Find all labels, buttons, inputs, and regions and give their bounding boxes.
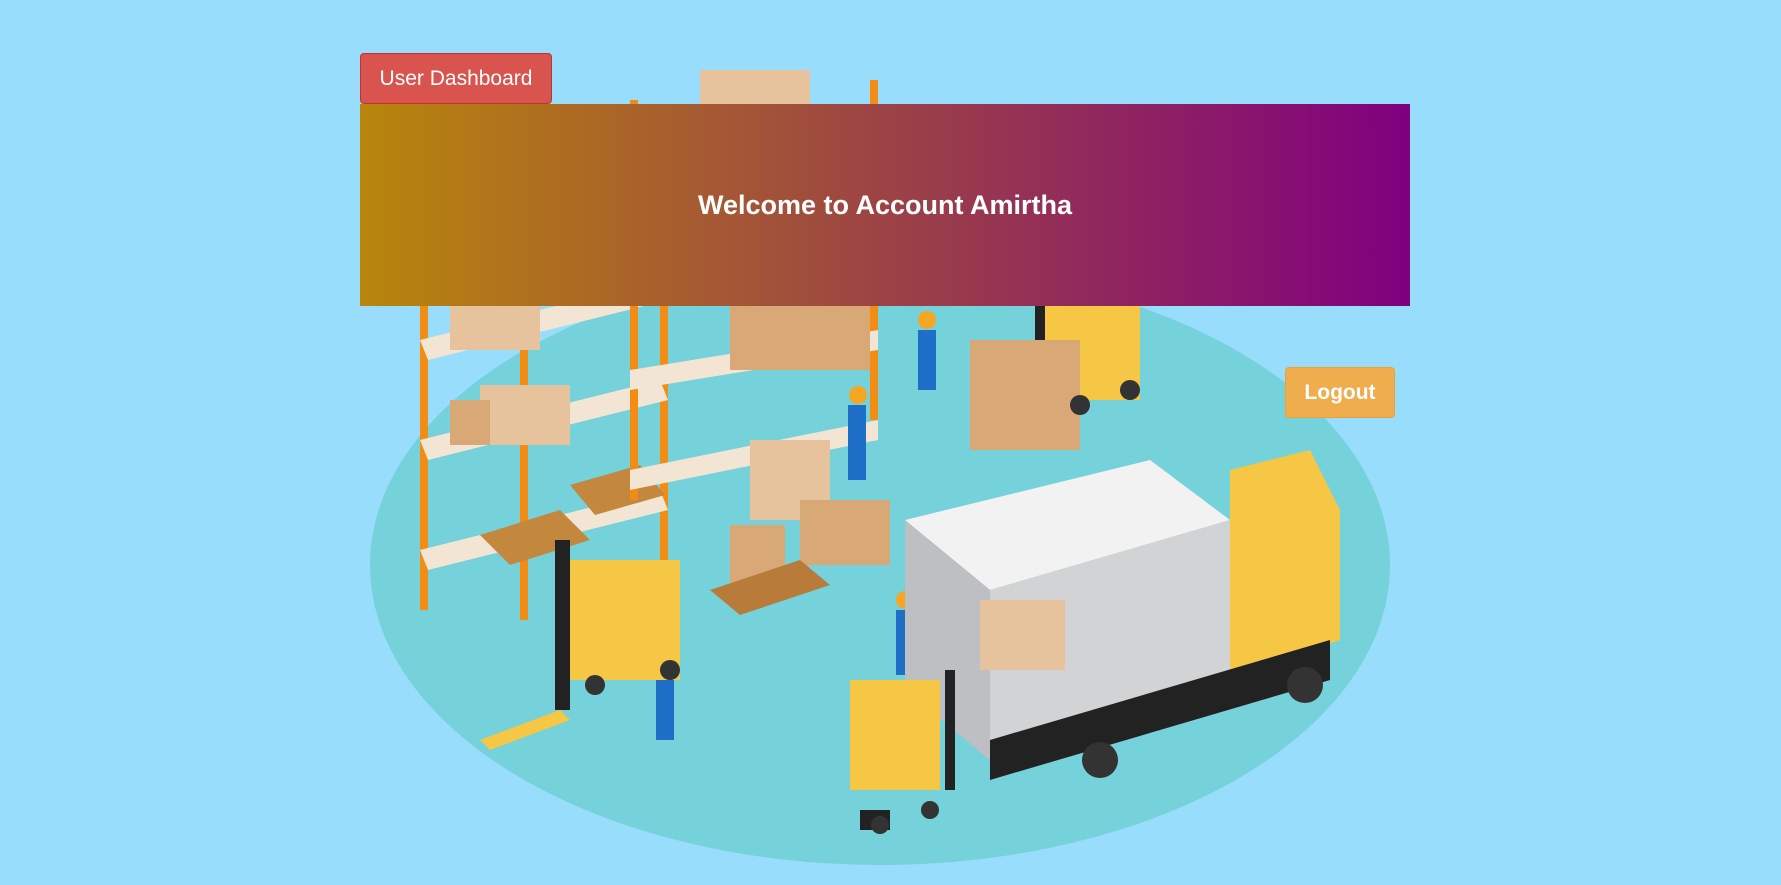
- welcome-banner: Welcome to Account Amirtha: [360, 104, 1410, 306]
- user-dashboard-button[interactable]: User Dashboard: [360, 53, 552, 104]
- logout-button[interactable]: Logout: [1285, 367, 1395, 418]
- welcome-heading: Welcome to Account Amirtha: [697, 189, 1073, 220]
- page-root: User Dashboard Welcome to Account Amirth…: [0, 0, 1781, 885]
